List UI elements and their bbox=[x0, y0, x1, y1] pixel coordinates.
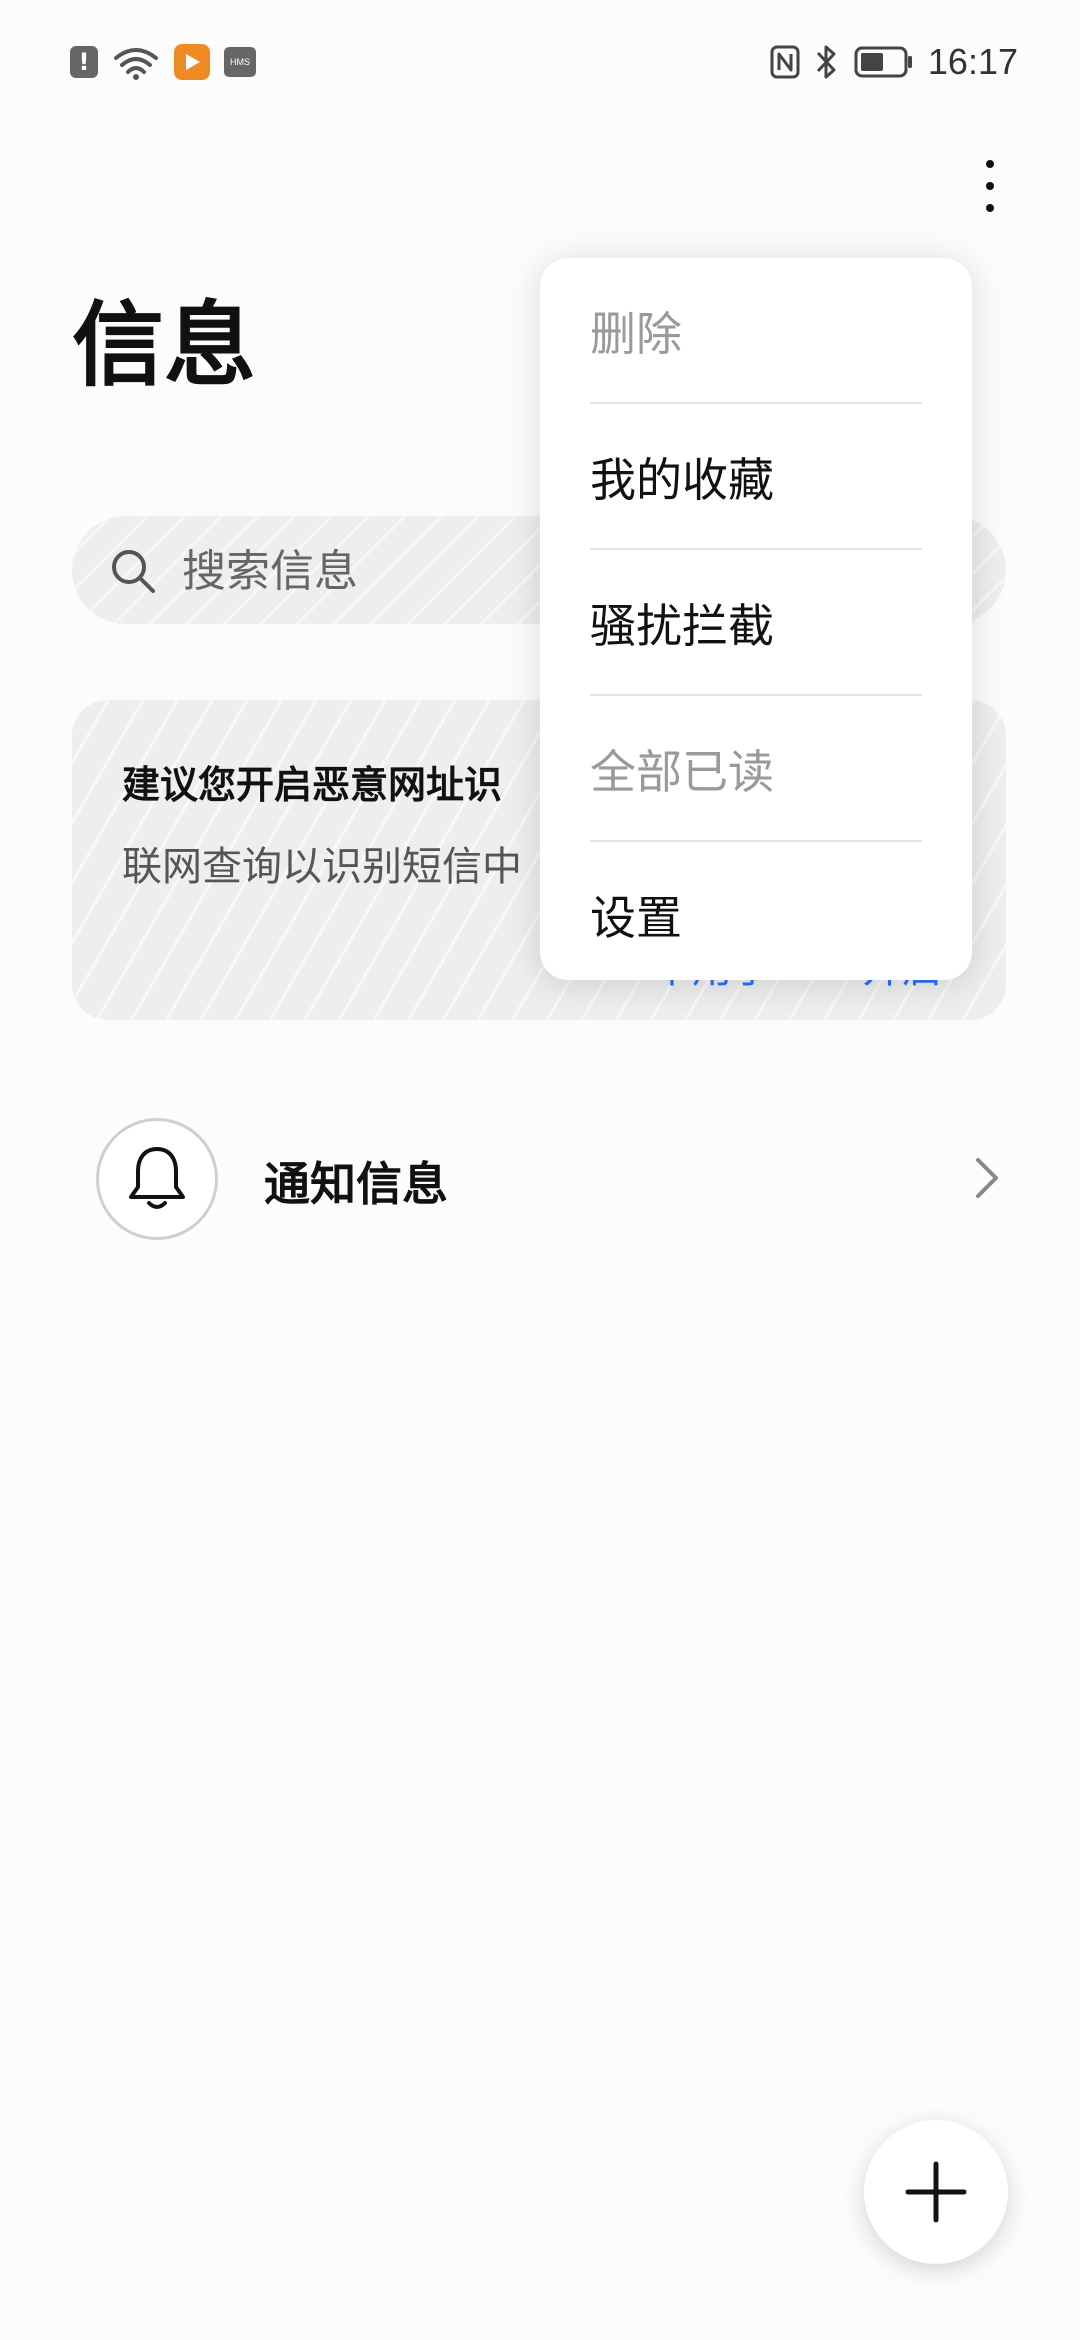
menu-item-label: 删除 bbox=[590, 307, 682, 361]
plus-icon bbox=[905, 2161, 967, 2223]
status-icons-left: ! HMS bbox=[70, 44, 256, 80]
menu-item-label: 全部已读 bbox=[590, 745, 774, 799]
menu-item-favorites[interactable]: 我的收藏 bbox=[540, 404, 972, 550]
avatar bbox=[96, 1118, 218, 1240]
conversation-item-notifications[interactable]: 通知信息 bbox=[72, 1100, 1006, 1260]
more-options-button[interactable] bbox=[966, 150, 1014, 222]
menu-item-settings[interactable]: 设置 bbox=[540, 842, 972, 988]
nfc-icon bbox=[770, 45, 800, 79]
chevron-right-icon bbox=[976, 1158, 998, 1198]
menu-item-label: 设置 bbox=[590, 891, 682, 945]
overflow-menu: 删除 我的收藏 骚扰拦截 全部已读 设置 bbox=[540, 258, 972, 980]
menu-item-spam-blocking[interactable]: 骚扰拦截 bbox=[540, 550, 972, 696]
clock: 16:17 bbox=[927, 41, 1018, 82]
more-vertical-icon-dot bbox=[986, 204, 994, 212]
more-vertical-icon bbox=[986, 160, 994, 168]
bluetooth-icon bbox=[816, 45, 836, 79]
menu-item-label: 我的收藏 bbox=[590, 453, 774, 507]
wifi-icon bbox=[114, 48, 158, 80]
video-app-icon bbox=[174, 44, 210, 80]
page-title: 信息 bbox=[72, 292, 257, 399]
conversation-label: 通知信息 bbox=[264, 1157, 448, 1211]
status-icons-right: 16:17 bbox=[770, 40, 1018, 84]
menu-item-mark-all-read[interactable]: 全部已读 bbox=[540, 696, 972, 842]
status-bar: ! HMS 16:17 bbox=[0, 0, 1080, 120]
hms-icon: HMS bbox=[224, 47, 256, 77]
menu-item-delete[interactable]: 删除 bbox=[540, 258, 972, 404]
menu-item-label: 骚扰拦截 bbox=[590, 599, 774, 653]
new-message-button[interactable] bbox=[864, 2120, 1008, 2264]
search-icon bbox=[112, 550, 155, 593]
battery-icon bbox=[854, 46, 912, 78]
bell-icon bbox=[129, 1147, 185, 1209]
alert-icon: ! bbox=[70, 46, 98, 78]
more-vertical-icon-dot bbox=[986, 182, 994, 190]
